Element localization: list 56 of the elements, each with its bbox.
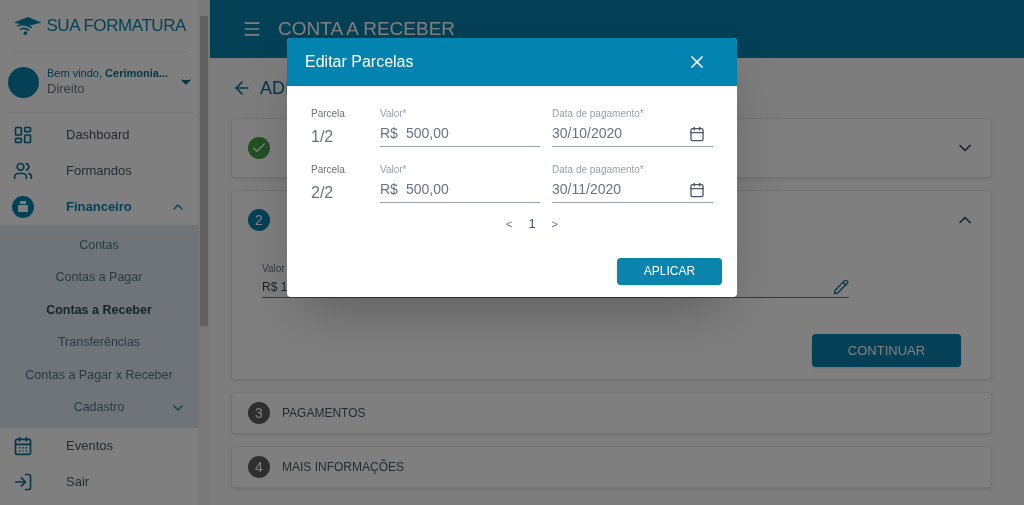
menu-item[interactable]: Formandos: [0, 153, 198, 189]
brand-logo-text: SUA FORMATURA: [46, 14, 186, 37]
submenu-item[interactable]: Cadastro: [0, 391, 198, 424]
value-field[interactable]: R$ 500,00: [380, 121, 540, 147]
field-value: 500,00: [405, 180, 449, 199]
apply-button[interactable]: APLICAR: [617, 257, 722, 285]
installment-number: 2/2: [311, 183, 335, 203]
dashboard-icon: [13, 125, 33, 145]
installment-label: Parcela: [311, 163, 346, 177]
submenu-item[interactable]: Contas a Receber: [0, 294, 198, 327]
field-label: Data de pagamento*: [552, 107, 645, 121]
calendar-icon: [13, 436, 33, 456]
avatar: [8, 66, 39, 98]
menu-item[interactable]: Sair: [0, 464, 198, 500]
user-role: Direito: [47, 80, 86, 97]
submenu-item[interactable]: Contas a Pagar: [0, 261, 198, 294]
continue-button[interactable]: CONTINUAR: [812, 334, 961, 367]
currency-prefix: R$: [380, 180, 398, 199]
menu-item[interactable]: Financeiro: [0, 189, 198, 225]
installment-number: 1/2: [311, 127, 335, 147]
step-number: 3: [248, 402, 270, 424]
date-field[interactable]: 30/10/2020: [552, 121, 713, 147]
date-field[interactable]: 30/11/2020: [552, 177, 713, 203]
field-value: 30/10/2020: [552, 124, 623, 143]
submenu-item[interactable]: Transferências: [0, 326, 198, 359]
step-title: MAIS INFORMAÇÕES: [282, 458, 404, 476]
field-label: Valor: [262, 262, 285, 276]
exit-icon: [13, 472, 33, 492]
cash-register-icon: [12, 196, 34, 218]
next-page-button[interactable]: >: [551, 215, 559, 232]
step-number: 4: [248, 456, 270, 478]
step-title: PAGAMENTOS: [282, 405, 366, 422]
scrollbar[interactable]: [198, 0, 210, 505]
dialog-title: Editar Parcelas: [305, 52, 414, 72]
field-label: Valor*: [380, 163, 408, 177]
menu-item[interactable]: Eventos: [0, 428, 198, 464]
calendar-icon[interactable]: [689, 125, 705, 142]
welcome-text: Bem vindo, Cerimonia...: [47, 67, 169, 81]
menu-icon[interactable]: [242, 19, 262, 39]
field-label: Valor*: [380, 107, 408, 121]
field-value: 30/11/2020: [552, 180, 622, 199]
previous-page-button[interactable]: <: [505, 215, 513, 232]
page-title: CONTA A RECEBER: [278, 16, 456, 41]
calendar-icon[interactable]: [689, 181, 705, 198]
people-icon: [13, 161, 33, 181]
installment-label: Parcela: [311, 107, 346, 121]
value-field[interactable]: R$ 500,00: [380, 177, 540, 203]
page-number[interactable]: 1: [528, 214, 536, 234]
menu-item[interactable]: Dashboard: [0, 117, 198, 153]
currency-prefix: R$: [380, 124, 398, 143]
submenu-item[interactable]: Contas a Pagar x Receber: [0, 359, 198, 392]
step-number: 2: [248, 209, 270, 231]
field-value: 500,00: [405, 124, 449, 143]
edit-icon[interactable]: [833, 278, 849, 295]
submenu-item[interactable]: Contas: [0, 229, 198, 262]
field-label: Data de pagamento*: [552, 163, 645, 177]
